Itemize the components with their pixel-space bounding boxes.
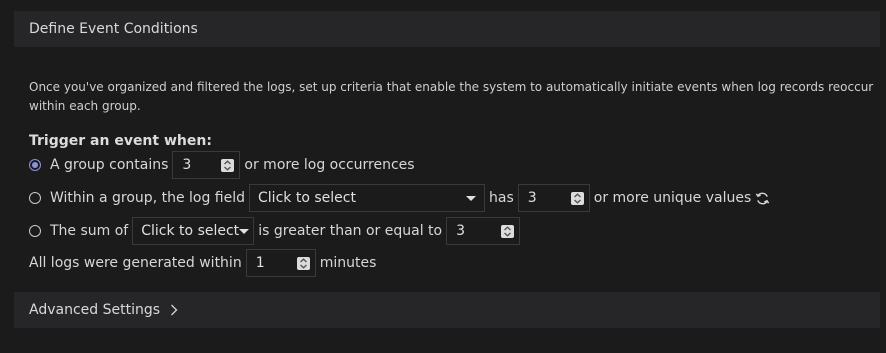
chevron-right-icon xyxy=(170,304,178,316)
radio-group-contains[interactable] xyxy=(29,159,41,171)
sum-field-select-value: Click to select xyxy=(141,223,240,239)
spinner-icon[interactable] xyxy=(501,224,515,238)
group-contains-label: A group contains xyxy=(50,157,169,173)
minutes-value: 1 xyxy=(255,255,265,271)
radio-sum-of[interactable] xyxy=(29,225,41,237)
spinner-icon[interactable] xyxy=(570,191,584,205)
within-group-label: Within a group, the log field xyxy=(50,190,246,206)
advanced-settings-label: Advanced Settings xyxy=(29,302,161,318)
section-title: Define Event Conditions xyxy=(29,21,198,37)
option-sum-of[interactable]: The sum of Click to select is greater th… xyxy=(29,217,524,245)
unique-values-value: 3 xyxy=(527,190,537,206)
sum-threshold-stepper[interactable]: 3 xyxy=(446,217,521,245)
chevron-down-icon xyxy=(466,195,477,201)
minutes-label: minutes xyxy=(319,255,377,271)
refresh-icon[interactable] xyxy=(755,191,770,206)
sum-field-select[interactable]: Click to select xyxy=(132,217,255,245)
sum-of-mid-label: is greater than or equal to xyxy=(258,223,443,239)
generated-within-label: All logs were generated within xyxy=(29,255,242,271)
group-contains-value: 3 xyxy=(182,157,192,173)
option-group-contains[interactable]: A group contains 3 or more log occurrenc… xyxy=(29,151,415,179)
chevron-down-icon xyxy=(239,228,250,234)
option-within-group[interactable]: Within a group, the log field Click to s… xyxy=(29,184,770,212)
log-field-select-value: Click to select xyxy=(258,190,356,206)
description-text: Once you've organized and filtered the l… xyxy=(29,80,874,113)
log-field-select[interactable]: Click to select xyxy=(249,184,486,212)
spinner-icon[interactable] xyxy=(296,256,310,270)
sum-threshold-value: 3 xyxy=(456,223,466,239)
section-header: Define Event Conditions xyxy=(14,11,880,47)
minutes-stepper[interactable]: 1 xyxy=(245,249,316,277)
group-contains-stepper[interactable]: 3 xyxy=(172,151,241,179)
within-group-suffix: or more unique values xyxy=(593,190,752,206)
advanced-settings-toggle[interactable]: Advanced Settings xyxy=(14,292,880,328)
trigger-label: Trigger an event when: xyxy=(29,133,212,149)
spinner-icon[interactable] xyxy=(221,158,235,172)
within-group-has-label: has xyxy=(489,190,514,206)
radio-within-group[interactable] xyxy=(29,192,41,204)
sum-of-label: The sum of xyxy=(50,223,129,239)
generated-within-row: All logs were generated within 1 minutes xyxy=(29,249,376,277)
group-contains-suffix: or more log occurrences xyxy=(244,157,415,173)
unique-values-stepper[interactable]: 3 xyxy=(517,184,590,212)
